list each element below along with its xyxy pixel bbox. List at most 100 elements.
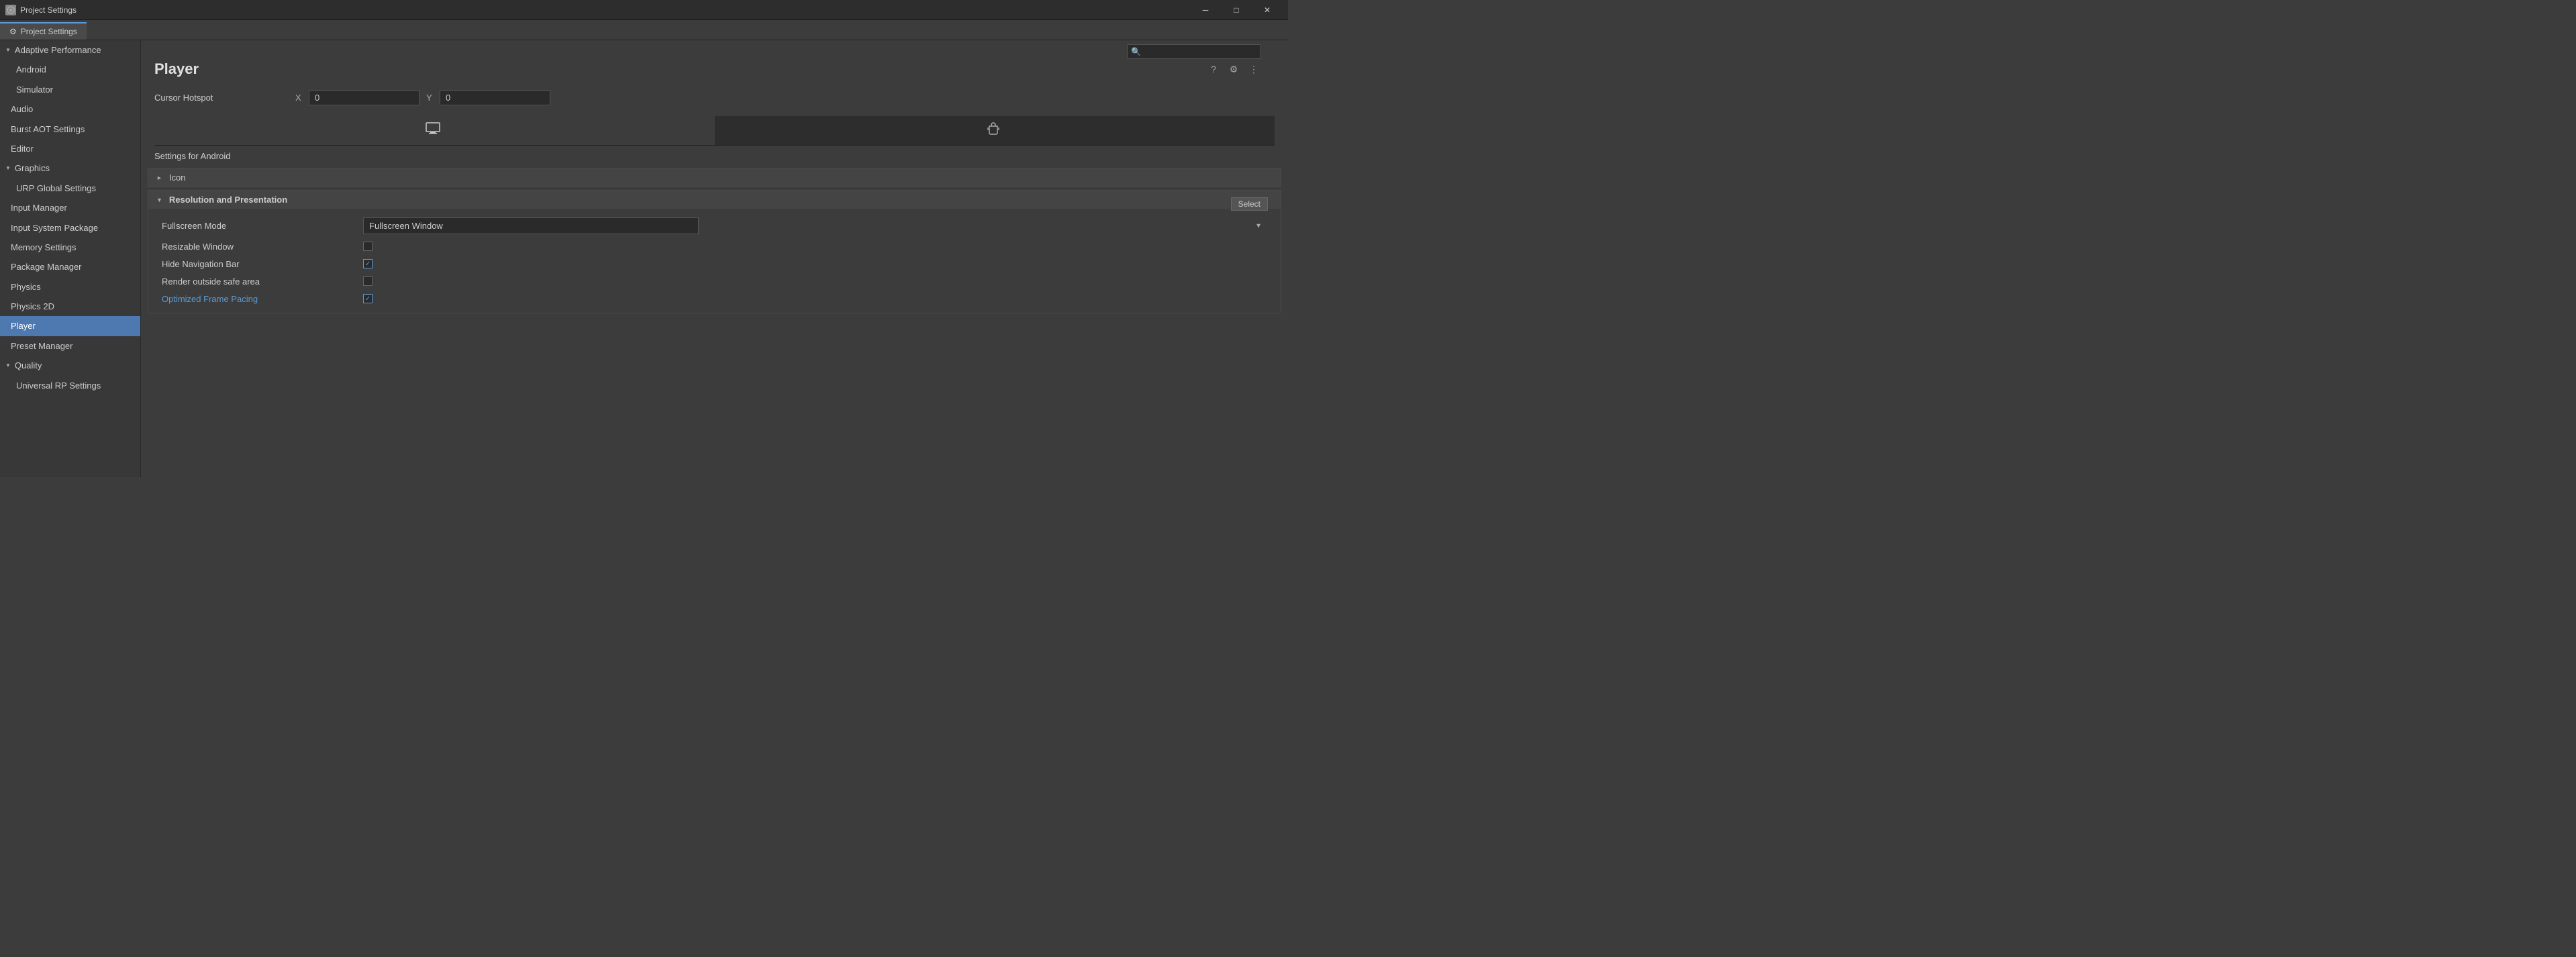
header-icons: ? ⚙ ⋮ [1206,62,1261,77]
fullscreen-mode-control: Fullscreen Window Windowed Maximized Win… [363,217,1267,234]
sidebar-label: Package Manager [11,259,82,274]
x-label: X [295,93,305,103]
search-icon: 🔍 [1131,47,1141,56]
render-outside-safe-control [363,276,1267,286]
minimize-button[interactable]: ─ [1190,0,1221,20]
x-coord-group: X [295,90,419,105]
triangle-icon: ▼ [5,361,11,370]
tab-bar: ⚙ Project Settings [0,20,1288,40]
tab-label: Project Settings [21,27,77,36]
collapse-icon: ▼ [156,197,162,203]
resolution-section: ▼ Resolution and Presentation Fullscreen… [148,190,1281,313]
sidebar-label: Android [16,62,46,77]
y-coord-group: Y [426,90,550,105]
cursor-hotspot-row: Cursor Hotspot X Y [141,85,1288,111]
platform-tabs [154,116,1275,146]
y-input[interactable] [440,90,550,105]
title-bar-left: Project Settings [5,5,77,15]
sidebar-item-input-manager[interactable]: Input Manager [0,198,140,217]
page-title: Player [154,60,199,78]
platform-tab-desktop[interactable] [154,116,715,145]
resizable-window-label: Resizable Window [162,242,363,252]
content-area: 🔍 Player ? ⚙ ⋮ Select Cursor Hotspot X [141,40,1288,477]
fullscreen-mode-label: Fullscreen Mode [162,221,363,231]
resolution-section-title: Resolution and Presentation [169,195,287,205]
platform-tab-android[interactable] [715,116,1275,145]
hide-nav-bar-checkbox[interactable] [363,259,373,268]
sidebar-item-urp-global[interactable]: URP Global Settings [0,179,140,198]
cursor-hotspot-container: Select Cursor Hotspot X Y [141,85,1288,111]
sidebar-item-editor[interactable]: Editor [0,139,140,158]
sidebar-item-adaptive-performance[interactable]: ▼ Adaptive Performance [0,40,140,60]
icon-section: ► Icon [148,168,1281,187]
sidebar-item-burst-aot[interactable]: Burst AOT Settings [0,119,140,139]
help-button[interactable]: ? [1206,62,1221,77]
render-outside-safe-label: Render outside safe area [162,276,363,287]
search-bar: 🔍 [1127,44,1261,59]
sidebar-item-physics-2d[interactable]: Physics 2D [0,297,140,316]
sidebar-label: Burst AOT Settings [11,121,85,137]
sidebar-item-simulator[interactable]: Simulator [0,80,140,99]
sidebar-item-quality[interactable]: ▼ Quality [0,356,140,375]
resizable-window-checkbox[interactable] [363,242,373,251]
search-input[interactable] [1127,44,1261,59]
sidebar-item-physics[interactable]: Physics [0,277,140,297]
sidebar-item-package-manager[interactable]: Package Manager [0,257,140,276]
sidebar-item-memory-settings[interactable]: Memory Settings [0,238,140,257]
android-icon [987,121,999,140]
sidebar-item-audio[interactable]: Audio [0,99,140,119]
sidebar-label: Physics [11,279,41,295]
desktop-icon [426,122,440,138]
resolution-section-header[interactable]: ▼ Resolution and Presentation [148,191,1281,209]
sidebar-item-universal-rp[interactable]: Universal RP Settings [0,376,140,395]
optimized-frame-pacing-checkbox[interactable] [363,294,373,303]
settings-icon-button[interactable]: ⚙ [1226,62,1241,77]
sidebar-label: Graphics [15,160,50,176]
resizable-window-row: Resizable Window [148,238,1281,255]
x-input[interactable] [309,90,419,105]
resolution-section-content: Fullscreen Mode Fullscreen Window Window… [148,209,1281,313]
icon-section-title: Icon [169,172,186,183]
player-header: Player ? ⚙ ⋮ [141,47,1288,85]
sidebar-item-preset-manager[interactable]: Preset Manager [0,336,140,356]
hide-nav-bar-control [363,259,1267,268]
triangle-icon: ▼ [5,46,11,55]
fullscreen-dropdown-wrapper: Fullscreen Window Windowed Maximized Win… [363,217,1267,234]
sidebar-item-player[interactable]: Player [0,316,140,336]
sidebar-label: Audio [11,101,33,117]
main-layout: ▼ Adaptive Performance Android Simulator… [0,40,1288,477]
resizable-window-control [363,242,1267,251]
y-label: Y [426,93,436,103]
cursor-hotspot-label: Cursor Hotspot [154,93,289,103]
select-button[interactable]: Select [1231,197,1268,211]
dropdown-arrow-icon: ▼ [1255,222,1262,230]
project-settings-tab[interactable]: ⚙ Project Settings [0,22,87,40]
sidebar-item-input-system-package[interactable]: Input System Package [0,218,140,238]
sidebar-label: Memory Settings [11,240,77,255]
optimized-frame-pacing-label[interactable]: Optimized Frame Pacing [162,294,363,304]
sidebar-label: Quality [15,358,42,373]
icon-section-header[interactable]: ► Icon [148,168,1281,187]
render-outside-safe-row: Render outside safe area [148,272,1281,290]
fullscreen-mode-dropdown[interactable]: Fullscreen Window Windowed Maximized Win… [363,217,699,234]
sidebar-item-android[interactable]: Android [0,60,140,79]
sidebar-item-graphics[interactable]: ▼ Graphics [0,158,140,178]
optimized-frame-pacing-control [363,294,1267,303]
tab-icon: ⚙ [9,27,17,36]
hide-nav-bar-row: Hide Navigation Bar [148,255,1281,272]
sidebar-label: Adaptive Performance [15,42,101,58]
app-icon [5,5,16,15]
collapse-icon: ► [156,174,162,181]
optimized-frame-pacing-row: Optimized Frame Pacing [148,290,1281,307]
sidebar-label: Editor [11,141,34,156]
fullscreen-mode-row: Fullscreen Mode Fullscreen Window Window… [148,214,1281,238]
more-button[interactable]: ⋮ [1246,62,1261,77]
maximize-button[interactable]: □ [1221,0,1252,20]
close-button[interactable]: ✕ [1252,0,1283,20]
window-title: Project Settings [20,5,77,15]
render-outside-safe-checkbox[interactable] [363,276,373,286]
title-bar: Project Settings ─ □ ✕ [0,0,1288,20]
sidebar: ▼ Adaptive Performance Android Simulator… [0,40,141,477]
triangle-icon: ▼ [5,164,11,173]
settings-for-label: Settings for Android [141,146,1288,165]
